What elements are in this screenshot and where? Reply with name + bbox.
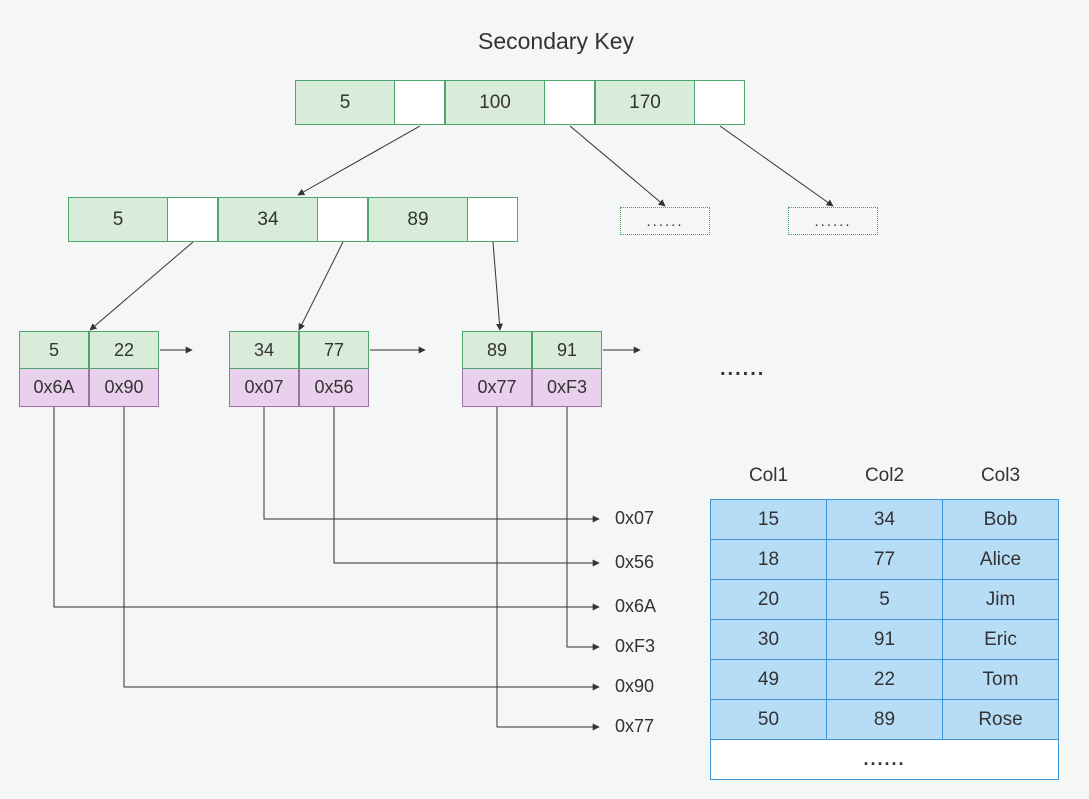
root-pointer-slot: [695, 80, 745, 125]
child-placeholder: ......: [788, 207, 878, 235]
table-cell: Tom: [943, 660, 1059, 700]
table-cell: 34: [827, 500, 943, 540]
table-row: 20 5 Jim: [711, 580, 1059, 620]
table-cell: Eric: [943, 620, 1059, 660]
table-footer-ellipsis: ......: [711, 740, 1059, 780]
address-label: 0x90: [615, 676, 654, 697]
internal-key: 34: [218, 197, 318, 242]
internal-pointer-slot: [468, 197, 518, 242]
address-label: 0x77: [615, 716, 654, 737]
leaf-key: 5: [19, 331, 89, 369]
leaf-pointer: 0x56: [299, 369, 369, 407]
table-cell: 18: [711, 540, 827, 580]
diagram-stage: Secondary Key: [0, 0, 1089, 799]
root-node: 5 100 170: [295, 80, 745, 125]
address-label: 0x07: [615, 508, 654, 529]
internal-key: 89: [368, 197, 468, 242]
address-label: 0x6A: [615, 596, 656, 617]
address-label: 0x56: [615, 552, 654, 573]
leaf-pointer: 0x07: [229, 369, 299, 407]
root-key: 170: [595, 80, 695, 125]
table-cell: Bob: [943, 500, 1059, 540]
leaf-ellipsis: ......: [720, 358, 765, 381]
table-row: 30 91 Eric: [711, 620, 1059, 660]
leaf-key: 34: [229, 331, 299, 369]
internal-pointer-slot: [168, 197, 218, 242]
child-placeholder: ......: [620, 207, 710, 235]
leaf-pointer: 0x90: [89, 369, 159, 407]
data-table: Col1 Col2 Col3 15 34 Bob 18 77 Alice 20 …: [710, 459, 1059, 780]
table-cell: Jim: [943, 580, 1059, 620]
table-cell: Rose: [943, 700, 1059, 740]
root-pointer-slot: [395, 80, 445, 125]
table-cell: 5: [827, 580, 943, 620]
table-cell: 30: [711, 620, 827, 660]
root-key: 5: [295, 80, 395, 125]
leaf-node: 89 91 0x77 0xF3: [462, 331, 602, 407]
root-key: 100: [445, 80, 545, 125]
root-pointer-slot: [545, 80, 595, 125]
table-row: 18 77 Alice: [711, 540, 1059, 580]
leaf-key: 77: [299, 331, 369, 369]
leaf-key: 91: [532, 331, 602, 369]
table-row: 50 89 Rose: [711, 700, 1059, 740]
leaf-node: 5 22 0x6A 0x90: [19, 331, 159, 407]
table-row: 15 34 Bob: [711, 500, 1059, 540]
internal-pointer-slot: [318, 197, 368, 242]
table-footer-row: ......: [711, 740, 1059, 780]
internal-node: 5 34 89: [68, 197, 518, 242]
table-header: Col3: [943, 459, 1059, 500]
table-row: 49 22 Tom: [711, 660, 1059, 700]
table-header: Col2: [827, 459, 943, 500]
leaf-key: 89: [462, 331, 532, 369]
table-cell: 15: [711, 500, 827, 540]
leaf-pointer: 0x6A: [19, 369, 89, 407]
table-cell: 89: [827, 700, 943, 740]
table-cell: 91: [827, 620, 943, 660]
leaf-node: 34 77 0x07 0x56: [229, 331, 369, 407]
leaf-key: 22: [89, 331, 159, 369]
table-header: Col1: [711, 459, 827, 500]
internal-key: 5: [68, 197, 168, 242]
address-label: 0xF3: [615, 636, 655, 657]
table-cell: 20: [711, 580, 827, 620]
diagram-title: Secondary Key: [478, 28, 634, 55]
table-cell: Alice: [943, 540, 1059, 580]
table-cell: 50: [711, 700, 827, 740]
table-cell: 49: [711, 660, 827, 700]
table-cell: 22: [827, 660, 943, 700]
table-cell: 77: [827, 540, 943, 580]
leaf-pointer: 0x77: [462, 369, 532, 407]
leaf-pointer: 0xF3: [532, 369, 602, 407]
